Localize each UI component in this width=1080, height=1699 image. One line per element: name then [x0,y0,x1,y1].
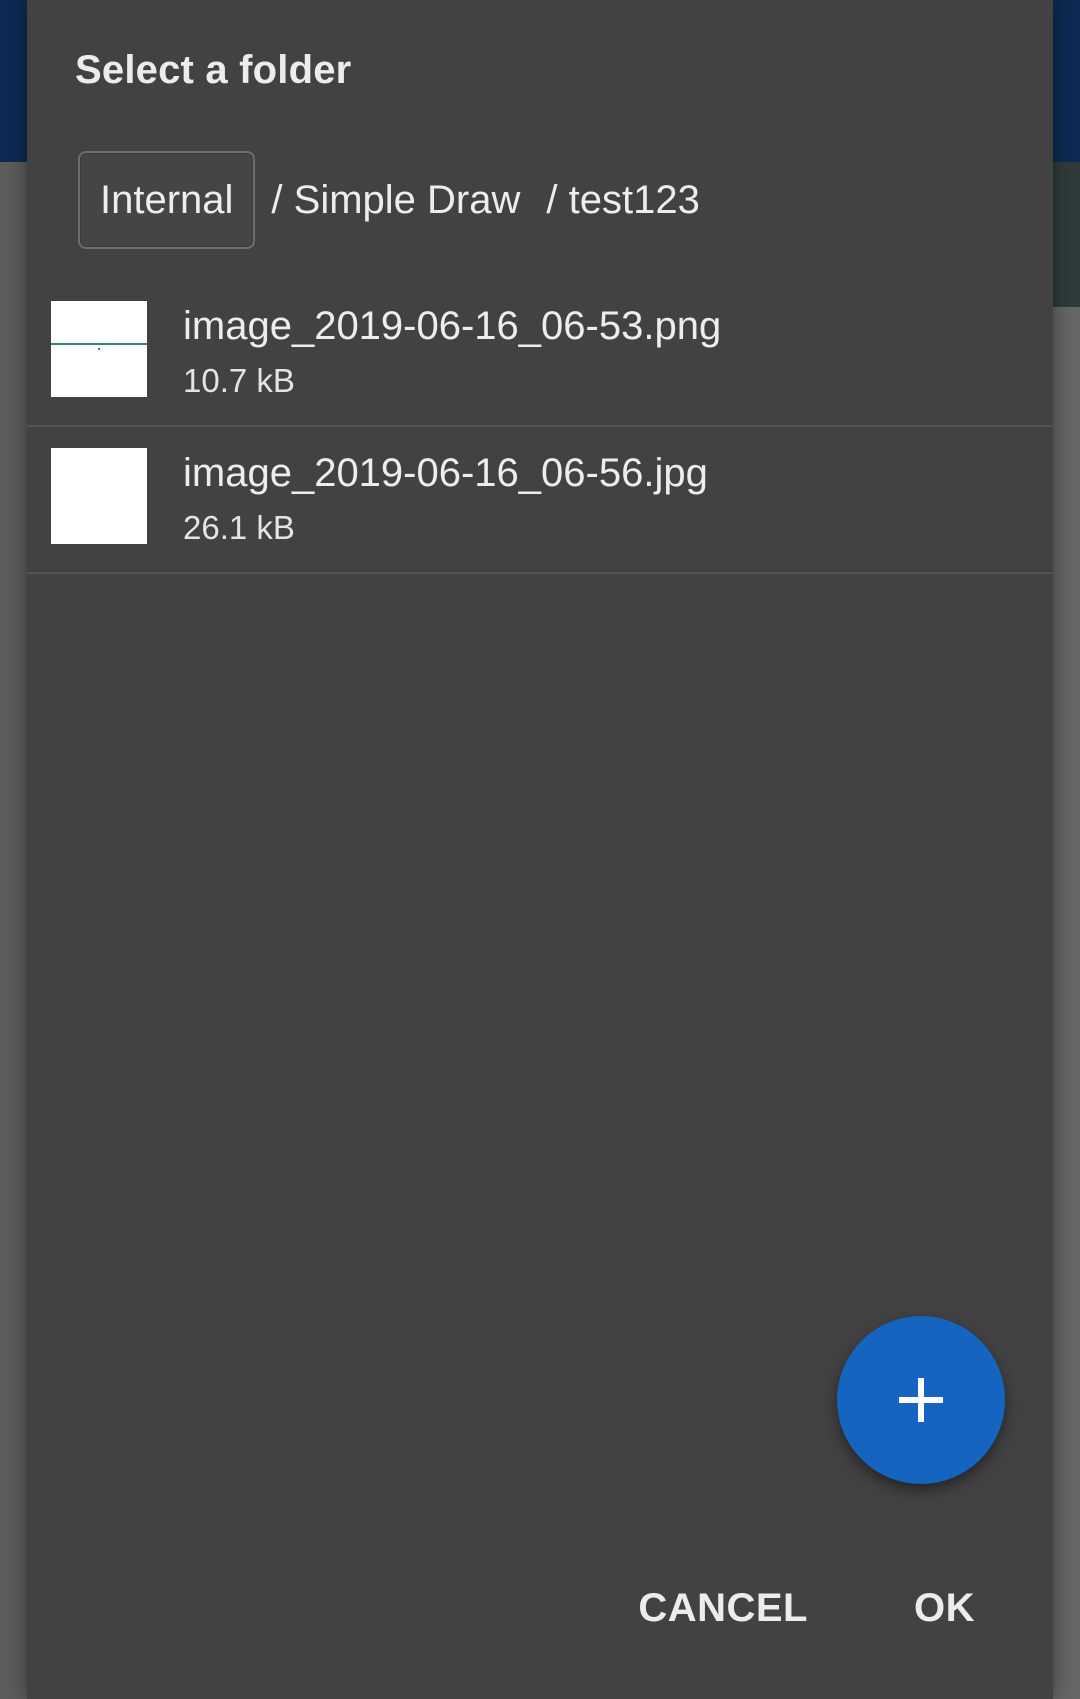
file-list: image_2019-06-16_06-53.png 10.7 kB image… [27,280,1053,574]
image-thumbnail [51,448,147,544]
breadcrumb-root-internal[interactable]: Internal [78,151,256,249]
dialog-actions: CANCEL OK [638,1586,975,1631]
image-thumbnail [51,301,147,397]
list-item[interactable]: image_2019-06-16_06-56.jpg 26.1 kB [27,427,1053,574]
create-folder-fab-button[interactable] [837,1316,1005,1484]
cancel-button[interactable]: CANCEL [638,1586,808,1631]
thumbnail-dot [98,348,100,350]
file-size: 26.1 kB [183,509,295,546]
file-name: image_2019-06-16_06-56.jpg [183,451,708,495]
select-folder-dialog: Select a folder Internal / Simple Draw /… [27,0,1053,1699]
file-size: 10.7 kB [183,362,295,399]
breadcrumb-item-simple-draw[interactable]: / Simple Draw [255,151,526,249]
thumbnail-stroke [51,343,147,345]
plus-icon [899,1378,943,1422]
breadcrumb-item-test123[interactable]: / test123 [526,151,705,249]
dialog-title: Select a folder [75,48,352,92]
breadcrumb: Internal / Simple Draw / test123 [78,151,706,249]
list-item[interactable]: image_2019-06-16_06-53.png 10.7 kB [27,280,1053,427]
ok-button[interactable]: OK [914,1586,975,1631]
background-app-edge [1053,307,1080,1699]
file-name: image_2019-06-16_06-53.png [183,304,722,348]
